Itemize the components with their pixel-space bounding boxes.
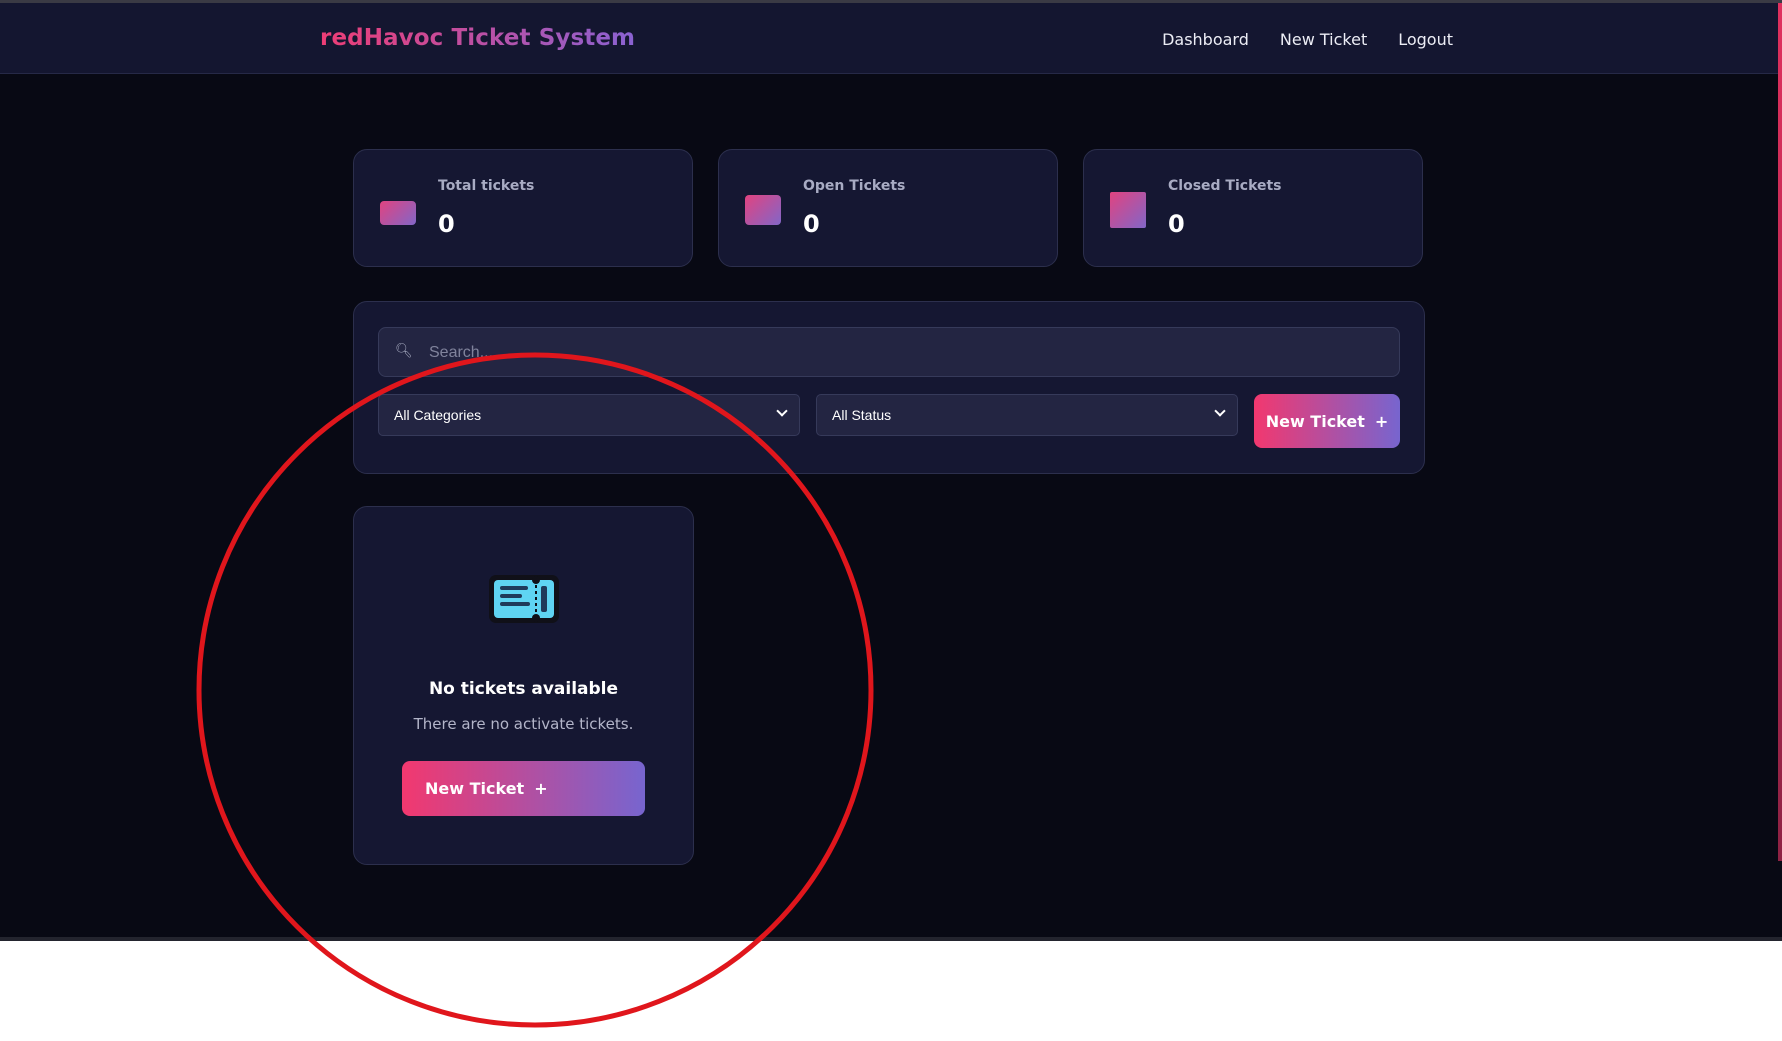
navbar: redHavoc Ticket System Dashboard New Tic…: [0, 3, 1778, 74]
tickets-icon: [380, 201, 416, 225]
new-ticket-button[interactable]: New Ticket +: [1254, 394, 1400, 448]
empty-state-description: There are no activate tickets.: [413, 715, 634, 733]
plus-icon: +: [534, 779, 548, 798]
stat-value: 0: [803, 210, 820, 238]
stat-label: Total tickets: [438, 178, 535, 194]
scrollbar[interactable]: [1778, 3, 1782, 861]
filter-panel: 🔍︎ All Categories All Status New Ticket …: [353, 301, 1425, 474]
brand-title[interactable]: redHavoc Ticket System: [320, 25, 635, 51]
ticket-icon: [489, 575, 559, 623]
search-box: 🔍︎: [378, 327, 1400, 377]
empty-state-button-label: New Ticket: [425, 779, 525, 798]
status-select-value: All Status: [832, 407, 892, 423]
stat-label: Closed Tickets: [1168, 178, 1282, 194]
plus-icon: +: [1374, 411, 1389, 431]
bottom-divider: [0, 937, 1782, 941]
nav-logout-link[interactable]: Logout: [1398, 30, 1453, 49]
app-window: redHavoc Ticket System Dashboard New Tic…: [0, 0, 1782, 941]
nav-dashboard-link[interactable]: Dashboard: [1162, 30, 1249, 49]
nav-new-ticket-link[interactable]: New Ticket: [1280, 30, 1367, 49]
stat-card-total: Total tickets 0: [353, 149, 693, 267]
category-select-value: All Categories: [394, 407, 482, 423]
empty-state-title: No tickets available: [428, 679, 619, 699]
nav-links: Dashboard New Ticket Logout: [1162, 30, 1453, 49]
category-select[interactable]: All Categories: [378, 394, 800, 436]
empty-state-new-ticket-button[interactable]: New Ticket +: [402, 761, 645, 816]
chevron-down-icon: [776, 405, 788, 417]
stat-label: Open Tickets: [803, 178, 906, 194]
new-ticket-button-label: New Ticket: [1265, 411, 1365, 431]
stat-value: 0: [1168, 210, 1185, 238]
search-icon: 🔍︎: [395, 343, 413, 359]
chevron-down-icon: [1214, 405, 1226, 417]
empty-state-card: No tickets available There are no activa…: [353, 506, 694, 865]
stat-card-open: Open Tickets 0: [718, 149, 1058, 267]
closed-box-icon: [1110, 192, 1146, 228]
open-book-icon: [745, 195, 781, 225]
stat-value: 0: [438, 210, 455, 238]
stat-card-closed: Closed Tickets 0: [1083, 149, 1423, 267]
search-input[interactable]: [427, 336, 1381, 370]
status-select[interactable]: All Status: [816, 394, 1238, 436]
